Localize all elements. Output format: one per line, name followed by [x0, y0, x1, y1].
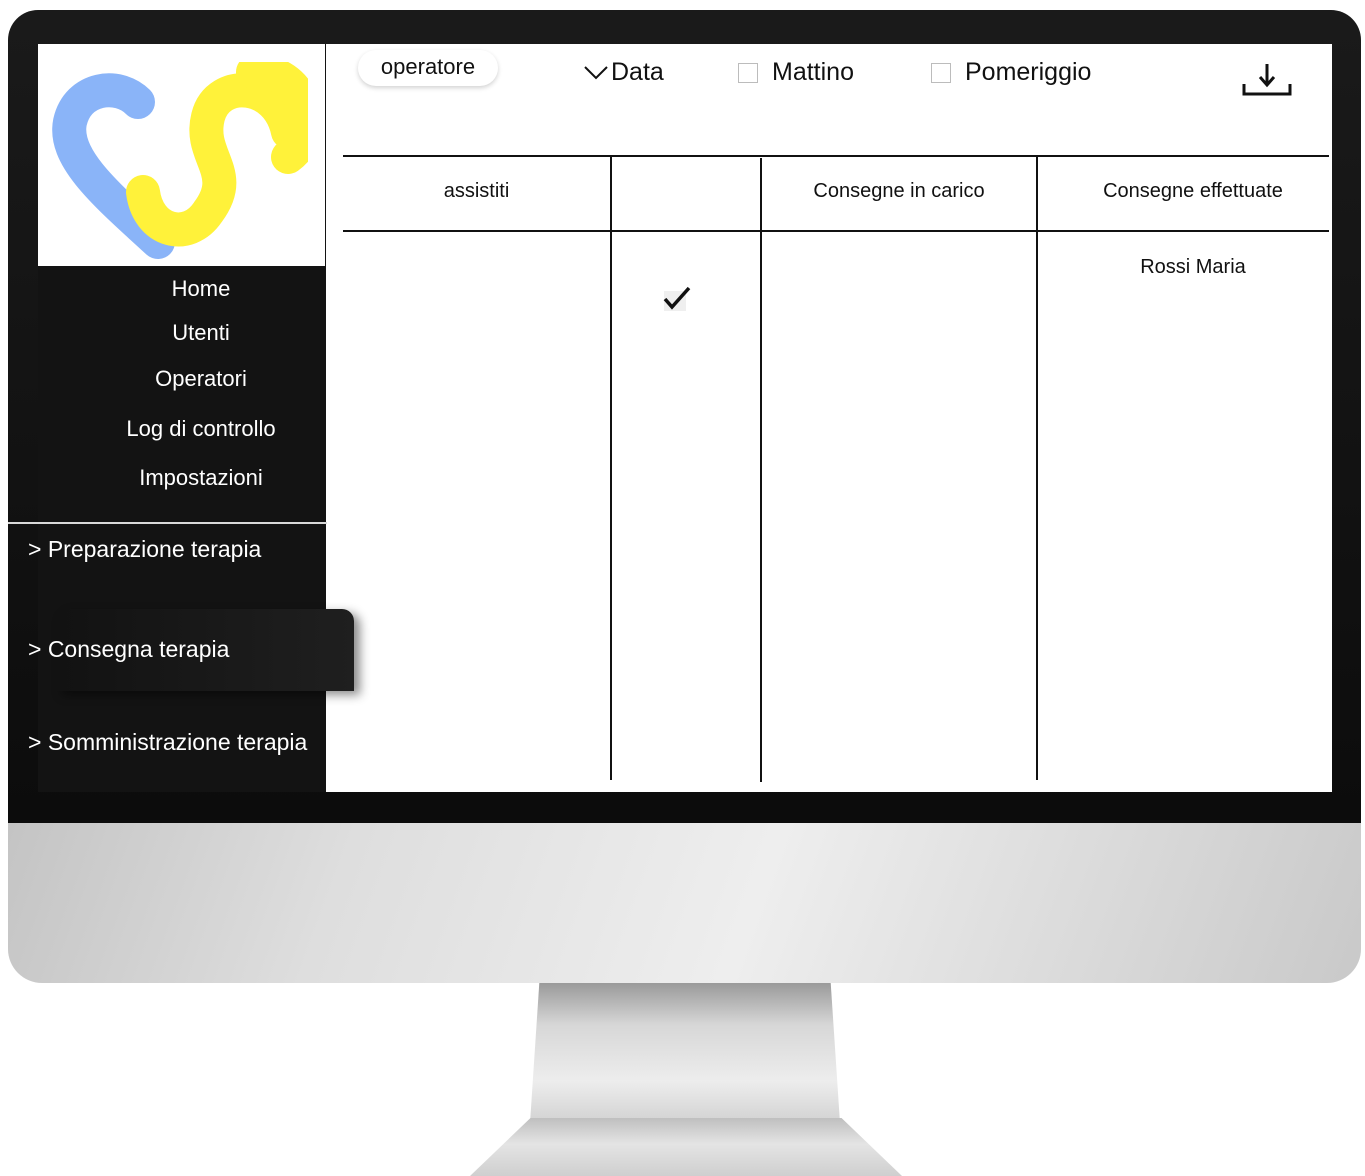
pomeriggio-label: Pomeriggio: [965, 58, 1092, 86]
header-consegne-in-carico: Consegne in carico: [813, 180, 985, 202]
table-col-divider: [760, 158, 762, 782]
header-consegne-effettuate: Consegne effettuate: [1103, 180, 1283, 202]
download-icon: [1242, 64, 1292, 96]
download-button[interactable]: [1241, 62, 1293, 103]
app-logo-icon: [52, 62, 308, 259]
screen: Home Utenti Operatori Log di controllo I…: [8, 44, 1332, 792]
monitor-chin: [8, 823, 1361, 983]
table-top-border: [343, 155, 1329, 157]
date-label: Data: [611, 58, 664, 86]
date-dropdown[interactable]: Data: [583, 58, 664, 87]
monitor-stand-neck: [530, 983, 840, 1123]
table-col-divider: [610, 156, 612, 780]
filter-pomeriggio[interactable]: Pomeriggio: [931, 58, 1091, 87]
checkmark-icon: [663, 286, 691, 310]
nav-impostazioni[interactable]: Impostazioni: [38, 465, 364, 491]
section-preparazione-terapia[interactable]: > Preparazione terapia: [28, 536, 261, 563]
operator-selector[interactable]: operatore: [358, 50, 498, 86]
table-header-border: [343, 230, 1329, 232]
nav-utenti[interactable]: Utenti: [38, 320, 364, 346]
nav-operatori[interactable]: Operatori: [38, 366, 364, 392]
row-checkbox[interactable]: [663, 286, 691, 311]
header-assistiti: assistiti: [443, 180, 510, 202]
section-somministrazione-terapia[interactable]: > Somministrazione terapia: [28, 729, 307, 756]
pomeriggio-checkbox[interactable]: [931, 62, 951, 83]
chevron-down-icon: [584, 65, 608, 79]
nav-home[interactable]: Home: [38, 276, 364, 302]
table-col-divider: [1036, 156, 1038, 780]
mattino-checkbox[interactable]: [738, 62, 758, 83]
section-consegna-terapia[interactable]: > Consegna terapia: [28, 636, 229, 663]
filter-mattino[interactable]: Mattino: [738, 58, 854, 87]
nav-log-di-controllo[interactable]: Log di controllo: [38, 416, 364, 442]
mattino-label: Mattino: [772, 58, 854, 86]
sidebar: Home Utenti Operatori Log di controllo I…: [8, 44, 354, 792]
monitor-stand-base: [470, 1118, 902, 1176]
sidebar-divider: [8, 522, 327, 524]
table-cell-effettuate[interactable]: Rossi Maria: [1038, 256, 1348, 279]
logo: [38, 44, 325, 266]
